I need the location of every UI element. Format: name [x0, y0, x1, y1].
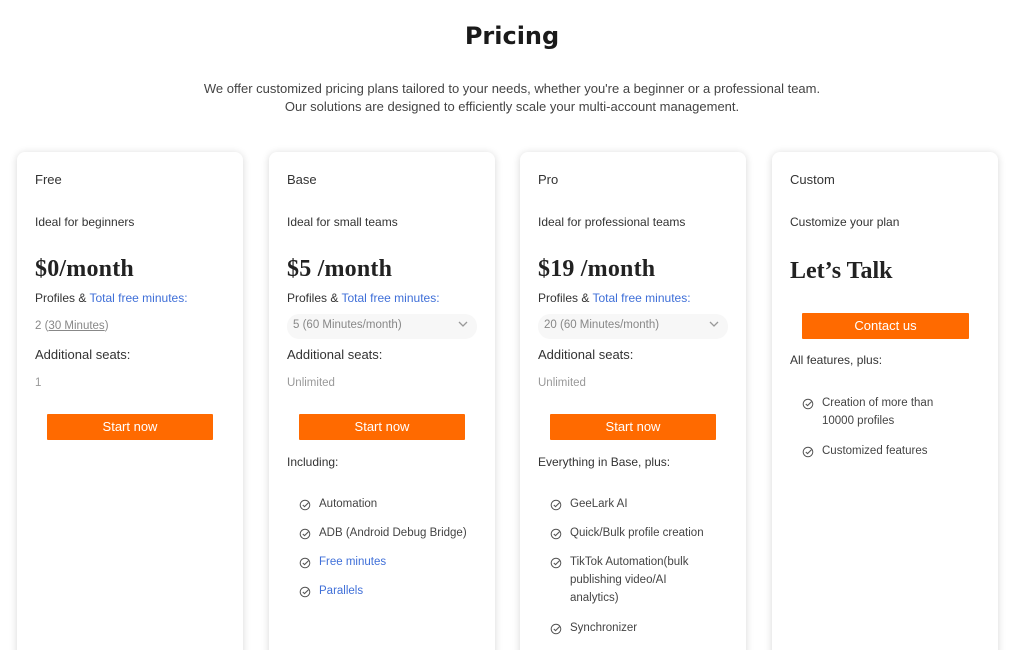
plan-name: Free: [35, 172, 62, 187]
profile-select-value: 20 (60 Minutes/month): [544, 319, 660, 331]
seats-value: 1: [35, 377, 42, 389]
free-minutes-link[interactable]: Free minutes: [319, 553, 386, 571]
seats-value: Unlimited: [538, 377, 586, 389]
seats-label: Additional seats:: [287, 347, 383, 362]
subtitle-line-2: Our solutions are designed to efficientl…: [284, 99, 740, 114]
check-circle-icon: [299, 499, 311, 511]
feature-text-line: publishing video/AI: [570, 574, 667, 586]
plan-price: $0/month: [35, 256, 134, 282]
profile-select[interactable]: 20 (60 Minutes/month): [538, 314, 728, 339]
including-label: Including:: [287, 455, 339, 469]
profiles-text: Profiles &: [287, 291, 339, 305]
parallels-link[interactable]: Parallels: [319, 582, 363, 600]
page-subtitle: We offer customized pricing plans tailor…: [0, 80, 1024, 116]
feature-item: GeeLark AI: [550, 498, 628, 513]
chevron-down-icon: [709, 321, 719, 327]
plan-description: Customize your plan: [790, 215, 900, 229]
free-minutes-link[interactable]: 30 Minutes: [48, 320, 104, 332]
feature-text-line: Creation of more than: [822, 397, 934, 409]
plan-card-free: Free Ideal for beginners $0/month Profil…: [17, 152, 243, 650]
feature-text-line: TikTok Automation(bulk: [570, 556, 689, 568]
seats-value: Unlimited: [287, 377, 335, 389]
seats-label: Additional seats:: [35, 347, 131, 362]
subtitle-line-1: We offer customized pricing plans tailor…: [203, 81, 821, 96]
feature-item: Synchronizer: [550, 622, 637, 637]
seats-label: Additional seats:: [538, 347, 634, 362]
start-now-button[interactable]: Start now: [47, 414, 213, 440]
all-features-label: All features, plus:: [790, 353, 883, 367]
plan-card-custom: Custom Customize your plan Let’s Talk Co…: [772, 152, 998, 650]
profiles-label: Profiles & Total free minutes:: [538, 291, 691, 305]
total-free-minutes-link[interactable]: Total free minutes:: [89, 291, 187, 305]
profiles-label: Profiles & Total free minutes:: [287, 291, 440, 305]
plan-card-base: Base Ideal for small teams $5 /month Pro…: [269, 152, 495, 650]
check-circle-icon: [550, 623, 562, 635]
plan-price: $19 /month: [538, 256, 656, 282]
profile-select[interactable]: 5 (60 Minutes/month): [287, 314, 477, 339]
feature-item: ADB (Android Debug Bridge): [299, 527, 467, 542]
plan-description: Ideal for professional teams: [538, 215, 686, 229]
feature-text: TikTok Automation(bulk publishing video/…: [570, 553, 688, 607]
including-label: Everything in Base, plus:: [538, 455, 671, 469]
feature-item: Parallels: [299, 585, 363, 600]
feature-text: Creation of more than 10000 profiles: [822, 394, 933, 430]
start-now-button[interactable]: Start now: [550, 414, 716, 440]
profiles-text: Profiles &: [35, 291, 87, 305]
profile-select-value: 5 (60 Minutes/month): [293, 319, 402, 331]
feature-text: Quick/Bulk profile creation: [570, 527, 704, 539]
check-circle-icon: [299, 528, 311, 540]
chevron-down-icon: [458, 321, 468, 327]
check-circle-icon: [299, 557, 311, 569]
check-circle-icon: [299, 586, 311, 598]
plan-name: Custom: [790, 172, 835, 187]
start-now-button[interactable]: Start now: [299, 414, 465, 440]
feature-item: Free minutes: [299, 556, 386, 571]
contact-us-button[interactable]: Contact us: [802, 313, 969, 339]
profile-value-prefix: 2 (: [35, 320, 49, 332]
plan-card-pro: Pro Ideal for professional teams $19 /mo…: [520, 152, 746, 650]
plan-price: Let’s Talk: [790, 258, 893, 284]
feature-text-line: analytics): [570, 592, 619, 604]
check-circle-icon: [802, 446, 814, 458]
profile-value-suffix: ): [104, 320, 109, 332]
feature-text: GeeLark AI: [570, 498, 628, 510]
total-free-minutes-link[interactable]: Total free minutes:: [592, 291, 690, 305]
total-free-minutes-link[interactable]: Total free minutes:: [341, 291, 439, 305]
plan-description: Ideal for small teams: [287, 215, 398, 229]
feature-item: Quick/Bulk profile creation: [550, 527, 704, 542]
plan-price: $5 /month: [287, 256, 393, 282]
check-circle-icon: [550, 557, 562, 569]
feature-text: Customized features: [822, 445, 928, 457]
feature-text: ADB (Android Debug Bridge): [319, 527, 467, 539]
feature-item: Customized features: [802, 445, 927, 460]
check-circle-icon: [802, 398, 814, 410]
profiles-text: Profiles &: [538, 291, 590, 305]
plan-name: Base: [287, 172, 317, 187]
plan-description: Ideal for beginners: [35, 215, 135, 229]
profiles-label: Profiles & Total free minutes:: [35, 291, 188, 305]
feature-item: Automation: [299, 498, 377, 513]
feature-item: TikTok Automation(bulk publishing video/…: [550, 556, 688, 607]
profile-value: 2 (30 Minutes): [35, 320, 109, 332]
feature-item: Creation of more than 10000 profiles: [802, 397, 933, 430]
feature-text: Automation: [319, 498, 378, 510]
check-circle-icon: [550, 528, 562, 540]
plan-name: Pro: [538, 172, 559, 187]
feature-text: Synchronizer: [570, 622, 638, 634]
feature-text-line: 10000 profiles: [822, 415, 895, 427]
page-title: Pricing: [464, 22, 560, 50]
check-circle-icon: [550, 499, 562, 511]
